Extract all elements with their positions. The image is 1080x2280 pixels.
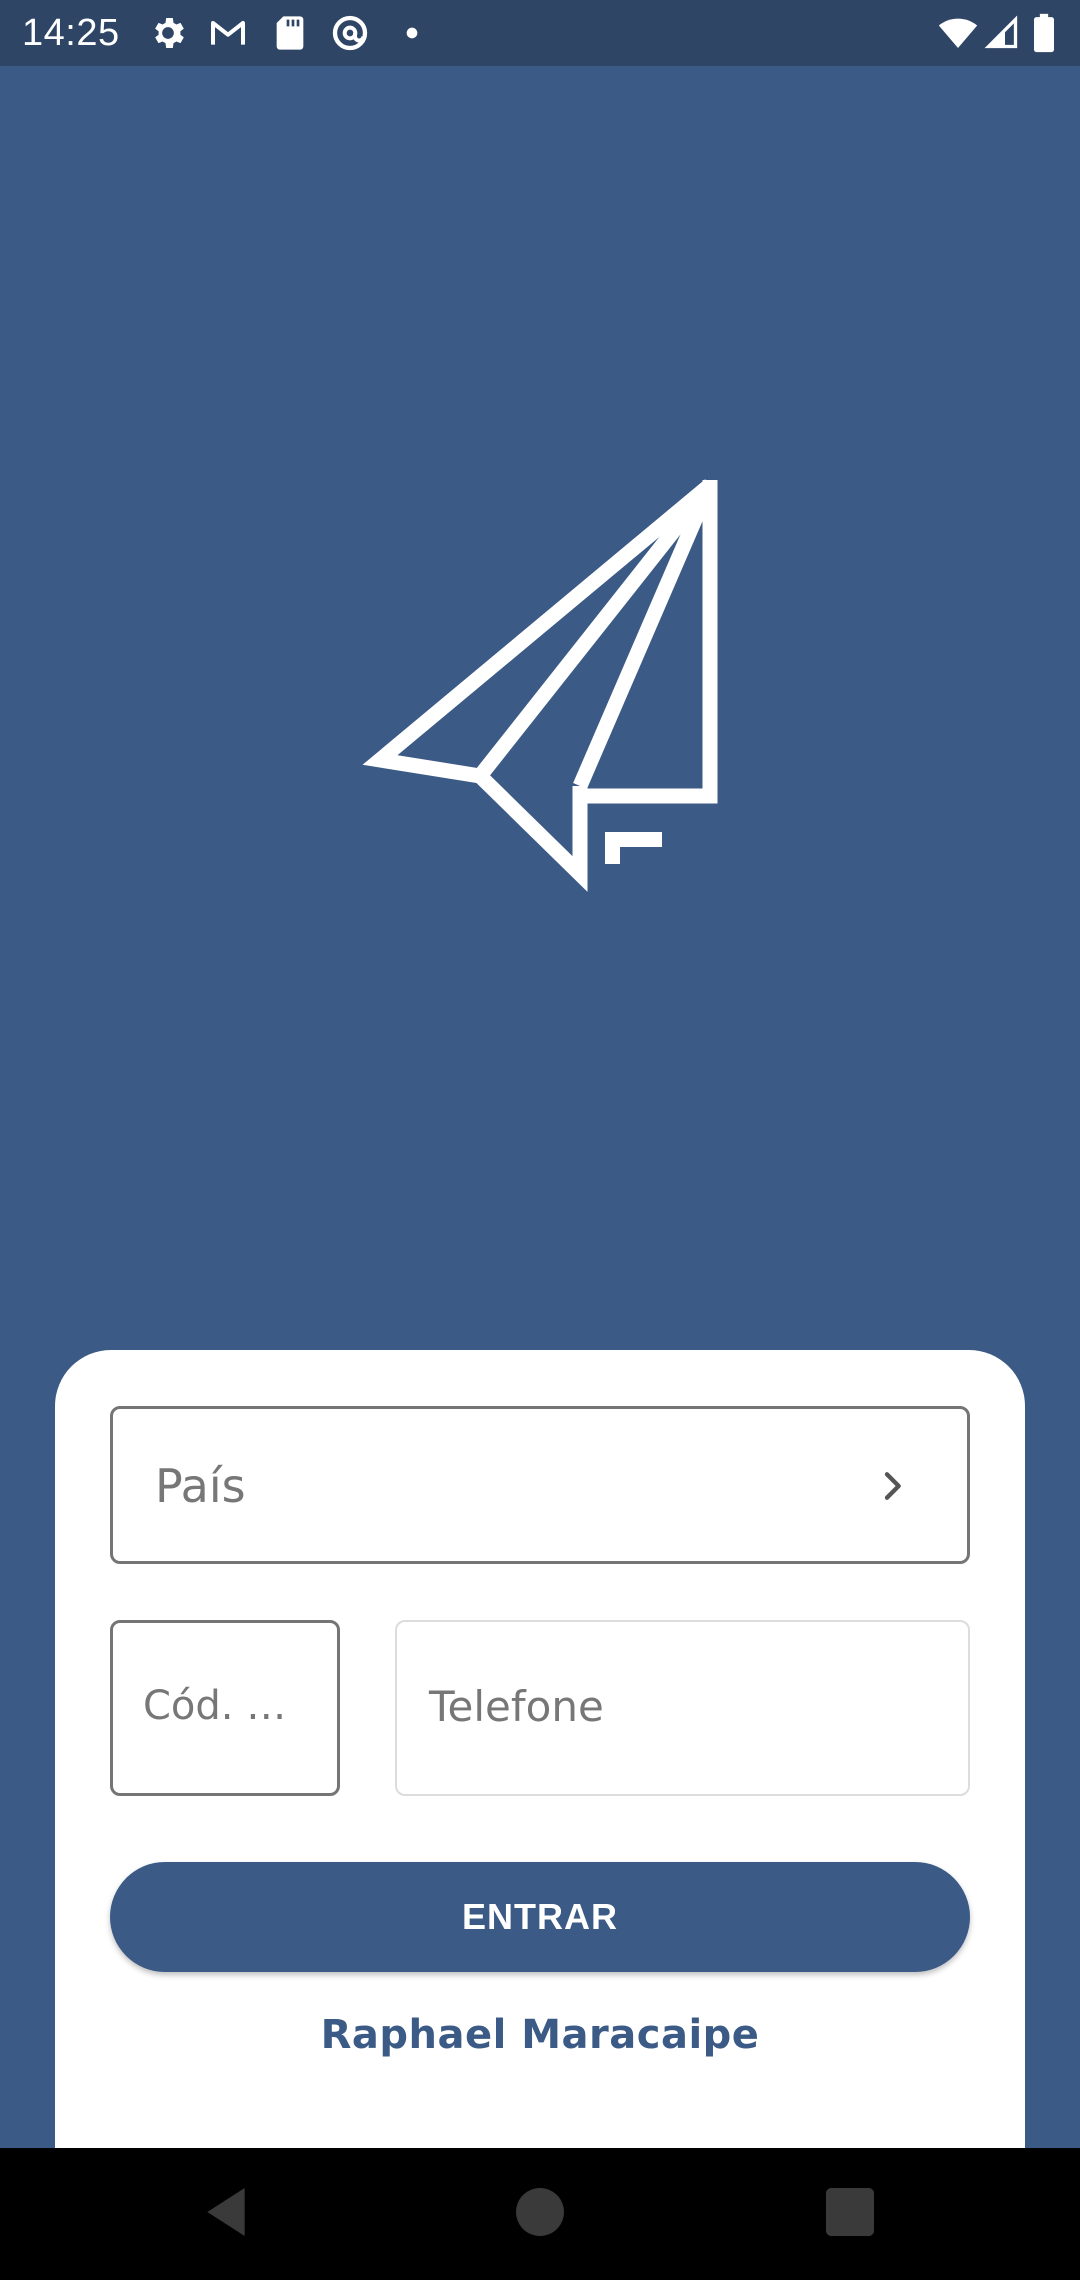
status-time: 14:25	[22, 12, 120, 54]
chevron-right-icon	[872, 1466, 912, 1506]
dot-icon	[396, 13, 428, 53]
phone-placeholder: Telefone	[429, 1682, 604, 1731]
country-placeholder: País	[155, 1459, 246, 1513]
country-code-placeholder: Cód. …	[143, 1683, 287, 1729]
signal-icon	[984, 13, 1020, 53]
at-sign-icon	[330, 13, 370, 53]
login-card: País Cód. … Telefone ENTRAR Raphael Mara…	[55, 1350, 1025, 2150]
paper-plane-icon	[350, 450, 730, 900]
status-bar: 14:25	[0, 0, 1080, 66]
enter-button[interactable]: ENTRAR	[110, 1862, 970, 1972]
author-credit: Raphael Maracaipe	[320, 2012, 760, 2058]
home-icon[interactable]	[508, 2180, 572, 2244]
sd-card-icon	[270, 13, 310, 53]
country-selector[interactable]: País	[110, 1406, 970, 1564]
wifi-icon	[936, 13, 980, 53]
country-code-field[interactable]: Cód. …	[110, 1620, 340, 1796]
battery-icon	[1030, 13, 1058, 53]
recents-icon[interactable]	[818, 2180, 882, 2244]
gmail-icon	[208, 13, 248, 53]
back-icon[interactable]	[194, 2180, 258, 2244]
navigation-bar	[0, 2148, 1080, 2280]
phone-field[interactable]: Telefone	[395, 1620, 970, 1796]
gear-icon	[148, 13, 188, 53]
